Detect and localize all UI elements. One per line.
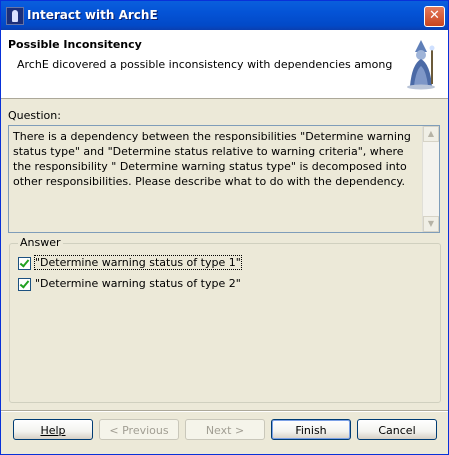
scroll-up-arrow-icon[interactable]: ▲ — [423, 126, 439, 142]
answer-legend: Answer — [18, 236, 63, 249]
dialog-window: Interact with ArchE ✕ Possible Inconsite… — [0, 0, 449, 455]
wizard-header: Possible Inconsitency ArchE dicovered a … — [1, 30, 448, 99]
checkbox-label-type-2[interactable]: "Determine warning status of type 2" — [35, 277, 241, 290]
vertical-scrollbar[interactable]: ▲ ▼ — [422, 126, 439, 232]
question-label: Question: — [8, 109, 61, 122]
finish-button-label: Finish — [295, 424, 327, 437]
header-description: ArchE dicovered a possible inconsistency… — [17, 58, 393, 71]
finish-button[interactable]: Finish — [271, 419, 351, 440]
app-icon — [6, 7, 24, 25]
close-button[interactable]: ✕ — [424, 6, 445, 27]
cancel-button-label: Cancel — [378, 424, 416, 437]
title-bar[interactable]: Interact with ArchE ✕ — [1, 1, 448, 30]
wizard-icon — [407, 40, 435, 90]
question-text: There is a dependency between the respon… — [13, 130, 411, 188]
previous-button[interactable]: < Previous — [99, 419, 179, 440]
close-icon: ✕ — [429, 8, 440, 23]
scroll-down-arrow-icon[interactable]: ▼ — [423, 216, 439, 232]
checkbox-label-type-1[interactable]: "Determine warning status of type 1" — [34, 255, 242, 270]
button-separator — [1, 410, 448, 412]
header-title: Possible Inconsitency — [8, 38, 142, 51]
next-button-label: Next > — [205, 424, 245, 437]
previous-button-label: < Previous — [109, 424, 169, 437]
help-button-label: Help — [40, 424, 66, 437]
cancel-button[interactable]: Cancel — [357, 419, 437, 440]
checkbox-type-2[interactable] — [18, 278, 31, 291]
next-button[interactable]: Next > — [185, 419, 265, 440]
help-button[interactable]: Help — [13, 419, 93, 440]
answer-group: Answer "Determine warning status of type… — [9, 236, 441, 403]
window-title: Interact with ArchE — [27, 8, 158, 22]
question-text-area[interactable]: There is a dependency between the respon… — [8, 125, 440, 233]
checkbox-type-1[interactable] — [18, 257, 31, 270]
